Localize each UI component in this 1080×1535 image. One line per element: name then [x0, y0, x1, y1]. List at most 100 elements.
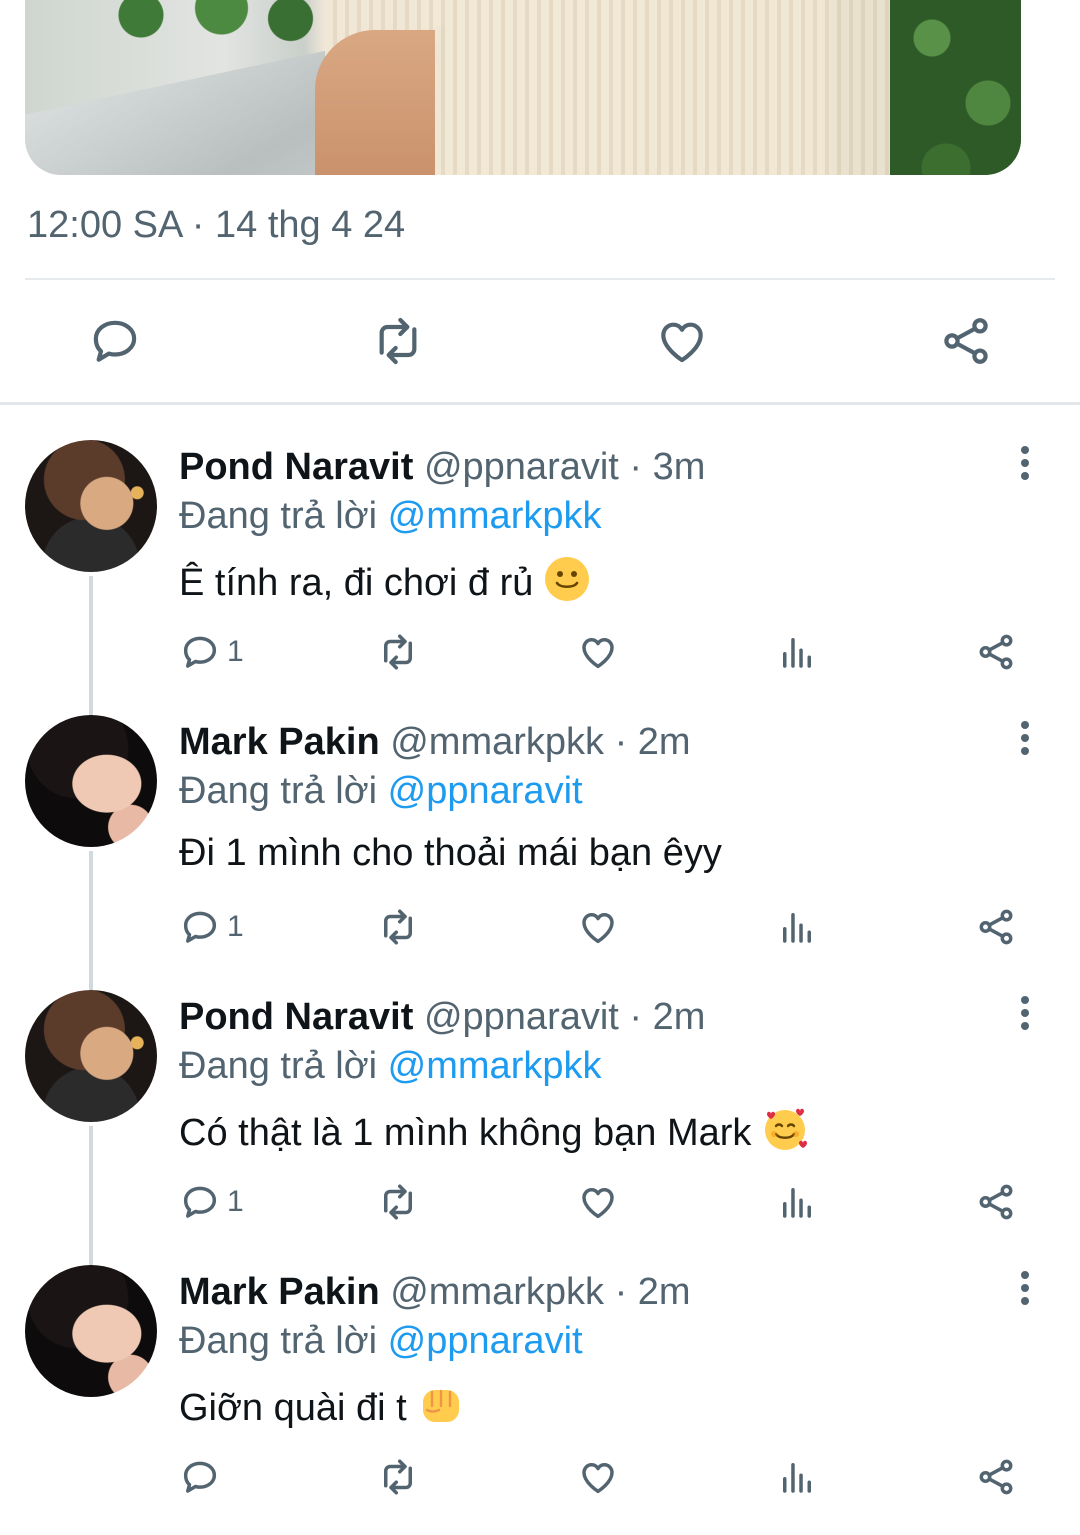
mention-link[interactable]: @ppnaravit — [388, 1320, 583, 1362]
heart-icon[interactable] — [654, 313, 710, 369]
heart-icon — [582, 913, 614, 944]
avatar[interactable] — [25, 1265, 157, 1397]
reply-text-content: Đi 1 mình cho thoải mái bạn êyy — [179, 832, 722, 874]
reply-icon — [183, 1461, 217, 1493]
retweet-button[interactable] — [377, 1455, 419, 1499]
like-button[interactable] — [577, 630, 619, 674]
more-options-icon[interactable] — [1010, 446, 1040, 486]
replying-prefix: Đang trả lời — [179, 495, 378, 537]
retweet-icon[interactable] — [370, 313, 426, 369]
more-options-icon[interactable] — [1010, 996, 1040, 1036]
mention-link[interactable]: @mmarkpkk — [388, 495, 602, 537]
share-button[interactable] — [975, 630, 1017, 674]
reply-tweet[interactable]: Pond Naravit @ppnaravit · 3m Đang trả lờ… — [0, 440, 1080, 710]
reply-text: Ê tính ra, đi chơi đ rủ — [179, 555, 591, 606]
photo-arm — [315, 30, 435, 175]
heart-icon — [582, 1463, 614, 1494]
reply-count: 1 — [227, 910, 244, 943]
section-divider — [0, 402, 1080, 405]
display-name[interactable]: Pond Naravit — [179, 996, 413, 1038]
oncoming-fist-icon — [422, 1389, 459, 1422]
replying-to: Đang trả lời @mmarkpkk — [179, 1043, 601, 1089]
reply-action-bar: 1 — [0, 630, 1080, 680]
handle-time: @mmarkpkk · 2m — [390, 721, 691, 763]
replying-prefix: Đang trả lời — [179, 770, 378, 812]
reply-button[interactable]: 1 — [179, 630, 244, 674]
replying-prefix: Đang trả lời — [179, 1045, 378, 1087]
mention-link[interactable]: @ppnaravit — [388, 770, 583, 812]
reply-button[interactable]: 1 — [179, 905, 244, 949]
like-button[interactable] — [577, 905, 619, 949]
analytics-button[interactable] — [776, 905, 818, 949]
share-icon — [979, 1184, 1013, 1220]
reply-tweet[interactable]: Pond Naravit @ppnaravit · 2m Đang trả lờ… — [0, 990, 1080, 1260]
reply-tweet[interactable]: Mark Pakin @mmarkpkk · 2m Đang trả lời @… — [0, 715, 1080, 985]
display-name[interactable]: Pond Naravit — [179, 446, 413, 488]
share-button[interactable] — [975, 905, 1017, 949]
analytics-icon — [783, 638, 811, 668]
reply-icon — [183, 911, 217, 943]
tweet-action-bar — [0, 305, 1080, 380]
replying-to: Đang trả lời @mmarkpkk — [179, 493, 601, 539]
replying-to: Đang trả lời @ppnaravit — [179, 1318, 583, 1364]
reply-header: Pond Naravit @ppnaravit · 2m — [179, 994, 705, 1040]
more-options-icon[interactable] — [1010, 721, 1040, 761]
retweet-icon — [384, 1184, 412, 1220]
handle-time: @mmarkpkk · 2m — [390, 1271, 691, 1313]
photo-leaves — [95, 0, 325, 50]
share-icon — [979, 1459, 1013, 1495]
retweet-button[interactable] — [377, 905, 419, 949]
reply-header: Mark Pakin @mmarkpkk · 2m — [179, 1269, 691, 1315]
display-name[interactable]: Mark Pakin — [179, 1271, 380, 1313]
like-button[interactable] — [577, 1455, 619, 1499]
reply-action-bar — [0, 1455, 1080, 1505]
avatar[interactable] — [25, 990, 157, 1122]
tweet-photo[interactable] — [25, 0, 1021, 175]
reply-icon[interactable] — [87, 313, 143, 369]
replying-to: Đang trả lời @ppnaravit — [179, 768, 583, 814]
like-button[interactable] — [577, 1180, 619, 1224]
retweet-button[interactable] — [377, 1180, 419, 1224]
avatar[interactable] — [25, 440, 157, 572]
share-icon[interactable] — [938, 313, 994, 369]
tweet-timestamp[interactable]: 12:00 SA · 14 thg 4 24 — [27, 204, 405, 247]
share-button[interactable] — [975, 1455, 1017, 1499]
reply-text-content: Giỡn quài đi t — [179, 1387, 407, 1429]
mention-link[interactable]: @mmarkpkk — [388, 1045, 602, 1087]
reply-action-bar: 1 — [0, 905, 1080, 955]
share-icon — [979, 909, 1013, 945]
reply-button[interactable]: 1 — [179, 1180, 244, 1224]
reply-icon — [183, 1186, 217, 1218]
retweet-button[interactable] — [377, 630, 419, 674]
heart-icon — [582, 1188, 614, 1219]
reply-text-content: Ê tính ra, đi chơi đ rủ — [179, 562, 534, 604]
display-name[interactable]: Mark Pakin — [179, 721, 380, 763]
reply-header: Pond Naravit @ppnaravit · 3m — [179, 444, 705, 490]
analytics-icon — [783, 913, 811, 943]
avatar[interactable] — [25, 715, 157, 847]
retweet-icon — [384, 909, 412, 945]
replying-prefix: Đang trả lời — [179, 1320, 378, 1362]
reply-count: 1 — [227, 1185, 244, 1218]
retweet-icon — [384, 1459, 412, 1495]
share-button[interactable] — [975, 1180, 1017, 1224]
analytics-icon — [783, 1463, 811, 1493]
slightly-smiling-face-icon — [545, 557, 590, 601]
analytics-button[interactable] — [776, 1455, 818, 1499]
heart-icon — [582, 638, 614, 669]
share-icon — [979, 634, 1013, 670]
reply-text: Có thật là 1 mình không bạn Mark — [179, 1105, 809, 1156]
analytics-icon — [783, 1188, 811, 1218]
analytics-button[interactable] — [776, 630, 818, 674]
retweet-icon — [384, 634, 412, 670]
analytics-button[interactable] — [776, 1180, 818, 1224]
more-options-icon[interactable] — [1010, 1271, 1040, 1311]
divider — [25, 278, 1055, 280]
reply-button[interactable] — [179, 1455, 227, 1499]
handle-time: @ppnaravit · 2m — [423, 996, 706, 1038]
reply-text: Giỡn quài đi t — [179, 1380, 465, 1431]
reply-header: Mark Pakin @mmarkpkk · 2m — [179, 719, 691, 765]
photo-bush — [890, 0, 1021, 175]
smiling-face-with-hearts-icon — [765, 1108, 808, 1150]
reply-tweet[interactable]: Mark Pakin @mmarkpkk · 2m Đang trả lời @… — [0, 1265, 1080, 1535]
